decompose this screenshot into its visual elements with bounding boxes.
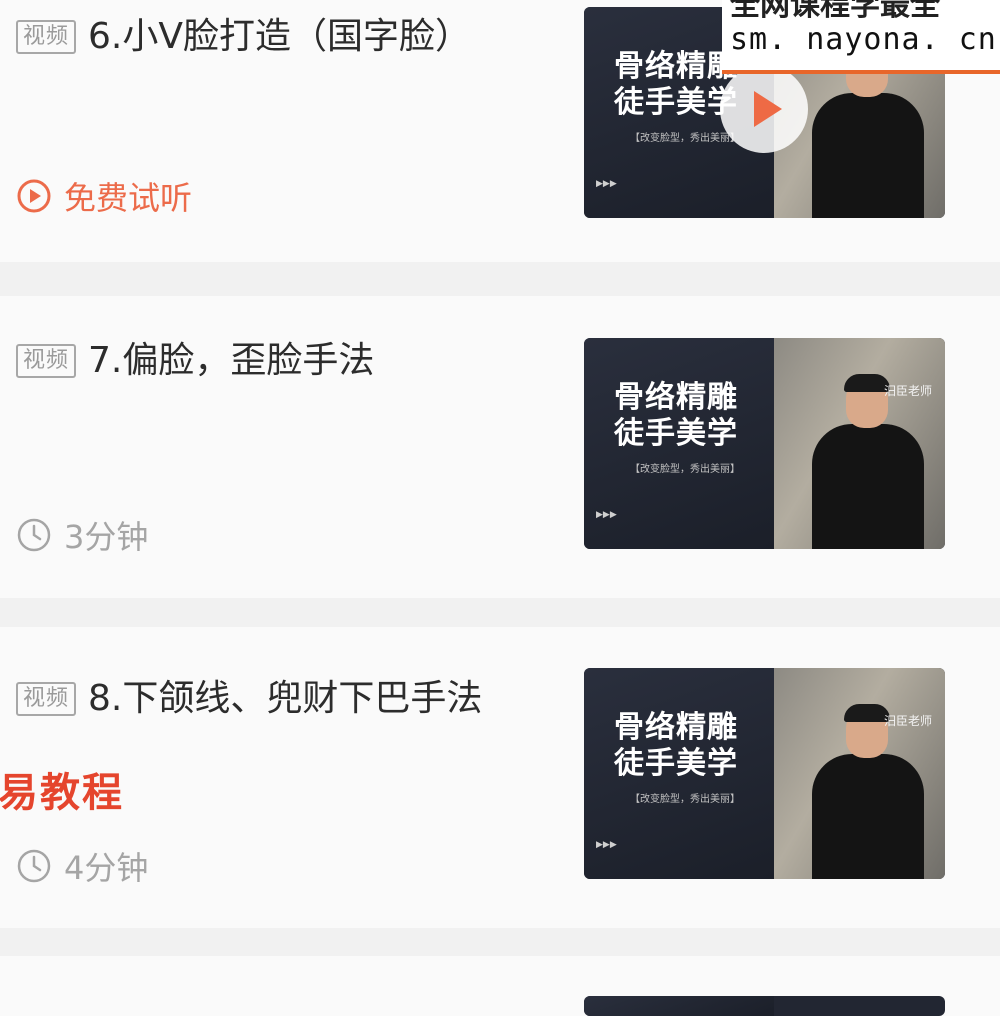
thumbnail-teacher-name: 汨臣老师 (884, 714, 933, 728)
watermark-url: sm. nayona. cn (730, 22, 997, 57)
thumbnail-subtitle: 【改变脸型，秀出美丽】 (630, 133, 740, 144)
thumbnail-title: 骨络精雕 徒手美学 (614, 710, 738, 781)
lesson-card[interactable]: 视频 7.偏脸，歪脸手法 3分钟 骨络精雕 徒手美学 【改变脸型，秀出美丽】 汨… (0, 296, 1000, 598)
watermark-banner: 全网课程学最全 sm. nayona. cn (722, 0, 1000, 74)
video-tag: 视频 (16, 344, 77, 378)
thumbnail-panel (584, 996, 774, 1016)
duration-label: 4分钟 (64, 849, 149, 887)
video-tag: 视频 (16, 682, 77, 716)
clock-icon (16, 517, 52, 553)
thumbnail-dots: ▶▶▶ (596, 840, 617, 850)
lesson-title-row: 视频 6.小V脸打造（国字脸） (16, 10, 536, 64)
clock-icon (16, 848, 52, 884)
lesson-duration: 4分钟 (16, 843, 148, 889)
lesson-title: 8.下颌线、兜财下巴手法 (88, 678, 483, 719)
thumbnail-subtitle: 【改变脸型，秀出美丽】 (630, 464, 740, 475)
free-trial-link[interactable]: 免费试听 (16, 173, 192, 219)
instructor-photo (812, 374, 924, 549)
play-circle-icon (16, 178, 52, 214)
lesson-thumbnail[interactable]: 骨络精雕 徒手美学 【改变脸型，秀出美丽】 汨臣老师 ▶▶▶ (584, 338, 945, 549)
lesson-title-row: 视频 7.偏脸，歪脸手法 (16, 334, 536, 388)
lesson-title: 7.偏脸，歪脸手法 (88, 340, 375, 381)
lesson-thumbnail[interactable] (584, 996, 945, 1016)
video-tag: 视频 (16, 20, 77, 54)
thumbnail-title: 骨络精雕 徒手美学 (614, 380, 738, 451)
duration-label: 3分钟 (64, 518, 149, 556)
lesson-card[interactable] (0, 956, 1000, 1016)
free-trial-label: 免费试听 (64, 179, 193, 217)
lesson-title-row: 视频 8.下颌线、兜财下巴手法 (16, 672, 536, 726)
instructor-photo (812, 704, 924, 879)
thumbnail-dots: ▶▶▶ (596, 510, 617, 520)
lesson-card[interactable]: 视频 8.下颌线、兜财下巴手法 4分钟 骨络精雕 徒手美学 【改变脸型，秀出美丽】 (0, 627, 1000, 928)
thumbnail-dots: ▶▶▶ (596, 179, 617, 189)
lesson-duration: 3分钟 (16, 512, 148, 558)
thumbnail-subtitle: 【改变脸型，秀出美丽】 (630, 794, 740, 805)
watermark-text: 易教程 (0, 770, 124, 816)
play-button[interactable] (720, 65, 808, 153)
thumbnail-teacher-name: 汨臣老师 (884, 384, 933, 398)
lesson-title: 6.小V脸打造（国字脸） (88, 16, 471, 57)
lesson-thumbnail[interactable]: 骨络精雕 徒手美学 【改变脸型，秀出美丽】 汨臣老师 ▶▶▶ (584, 668, 945, 879)
watermark-slogan: 全网课程学最全 (730, 0, 940, 23)
